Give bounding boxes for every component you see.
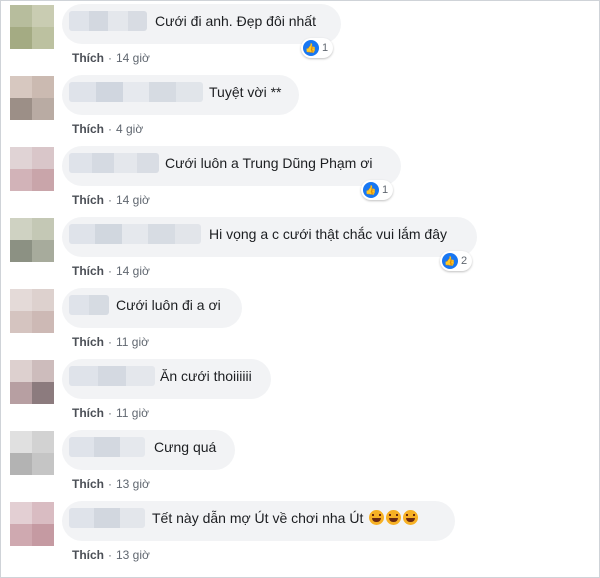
commenter-name-blurred[interactable]	[69, 295, 109, 315]
comment-text: Hi vọng a c cưới thật chắc vui lắm đây	[209, 226, 447, 242]
commenter-name-blurred[interactable]	[69, 11, 147, 31]
like-link[interactable]: Thích	[72, 477, 104, 491]
comment-text: Tuyệt vời **	[209, 84, 282, 100]
comment-meta: Thích · 11 giờ	[72, 335, 149, 349]
comment-meta: Thích · 13 giờ	[72, 477, 150, 491]
timestamp[interactable]: 14 giờ	[116, 193, 150, 207]
like-link[interactable]: Thích	[72, 548, 104, 562]
separator-dot: ·	[108, 335, 112, 349]
timestamp[interactable]: 4 giờ	[116, 122, 143, 136]
comment-text: Cưới luôn a Trung Dũng Phạm ơi	[165, 155, 373, 171]
avatar[interactable]	[10, 76, 54, 120]
reaction-count[interactable]: 👍 1	[301, 38, 334, 58]
avatar[interactable]	[10, 360, 54, 404]
like-icon: 👍	[442, 253, 458, 269]
like-link[interactable]: Thích	[72, 406, 104, 420]
comment-item: Cưới luôn đi a ơi Thích · 11 giờ	[1, 285, 600, 356]
comment-meta: Thích · 14 giờ	[72, 51, 150, 65]
laughing-emoji-icon	[369, 510, 385, 525]
timestamp[interactable]: 11 giờ	[116, 335, 149, 349]
commenter-name-blurred[interactable]	[69, 437, 145, 457]
commenter-name-blurred[interactable]	[69, 153, 159, 173]
timestamp[interactable]: 13 giờ	[116, 477, 150, 491]
comment-item: Hi vọng a c cưới thật chắc vui lắm đây 👍…	[1, 214, 600, 285]
avatar[interactable]	[10, 431, 54, 475]
like-link[interactable]: Thích	[72, 51, 104, 65]
commenter-name-blurred[interactable]	[69, 366, 155, 386]
commenter-name-blurred[interactable]	[69, 508, 145, 528]
reaction-count[interactable]: 👍 2	[440, 251, 473, 271]
avatar[interactable]	[10, 5, 54, 49]
separator-dot: ·	[108, 548, 112, 562]
comment-meta: Thích · 11 giờ	[72, 406, 149, 420]
reaction-number: 1	[322, 42, 329, 54]
reaction-count[interactable]: 👍 1	[361, 180, 394, 200]
comment-item: Tết này dẫn mợ Út về chơi nha Út Thích · 1…	[1, 498, 600, 569]
avatar[interactable]	[10, 502, 54, 546]
comment-item: Tuyệt vời ** Thích · 4 giờ	[1, 72, 600, 143]
comment-text: Tết này dẫn mợ Út về chơi nha Út	[152, 509, 419, 527]
separator-dot: ·	[108, 264, 112, 278]
comment-text-content: Tết này dẫn mợ Út về chơi nha Út	[152, 510, 364, 526]
comment-item: Cưới đi anh. Đẹp đôi nhất 👍 1 Thích · 14 g…	[1, 1, 600, 72]
timestamp[interactable]: 14 giờ	[116, 264, 150, 278]
avatar[interactable]	[10, 218, 54, 262]
comment-item: Cưng quá Thích · 13 giờ	[1, 427, 600, 498]
timestamp[interactable]: 13 giờ	[116, 548, 150, 562]
comment-text: Cưng quá	[154, 439, 217, 455]
commenter-name-blurred[interactable]	[69, 82, 203, 102]
avatar[interactable]	[10, 289, 54, 333]
comment-list: Cưới đi anh. Đẹp đôi nhất 👍 1 Thích · 14 g…	[0, 0, 600, 578]
like-link[interactable]: Thích	[72, 335, 104, 349]
separator-dot: ·	[108, 193, 112, 207]
like-link[interactable]: Thích	[72, 193, 104, 207]
separator-dot: ·	[108, 406, 112, 420]
like-icon: 👍	[303, 40, 319, 56]
separator-dot: ·	[108, 477, 112, 491]
reaction-number: 2	[461, 255, 468, 267]
avatar[interactable]	[10, 147, 54, 191]
comment-text: Cưới đi anh. Đẹp đôi nhất	[155, 13, 316, 29]
comment-meta: Thích · 14 giờ	[72, 193, 150, 207]
laughing-emoji-icon	[403, 510, 419, 525]
reaction-number: 1	[382, 184, 389, 196]
like-icon: 👍	[363, 182, 379, 198]
comment-item: Cưới luôn a Trung Dũng Phạm ơi 👍 1 Thích…	[1, 143, 600, 214]
like-link[interactable]: Thích	[72, 264, 104, 278]
comment-text: Ăn cưới thoiiiiii	[160, 368, 252, 384]
comment-text: Cưới luôn đi a ơi	[116, 297, 221, 313]
comment-item: Ăn cưới thoiiiiii Thích · 11 giờ	[1, 356, 600, 427]
laughing-emoji-icon	[386, 510, 402, 525]
timestamp[interactable]: 14 giờ	[116, 51, 150, 65]
like-link[interactable]: Thích	[72, 122, 104, 136]
comment-meta: Thích · 13 giờ	[72, 548, 150, 562]
commenter-name-blurred[interactable]	[69, 224, 201, 244]
comment-meta: Thích · 4 giờ	[72, 122, 143, 136]
separator-dot: ·	[108, 51, 112, 65]
separator-dot: ·	[108, 122, 112, 136]
timestamp[interactable]: 11 giờ	[116, 406, 149, 420]
comment-meta: Thích · 14 giờ	[72, 264, 150, 278]
